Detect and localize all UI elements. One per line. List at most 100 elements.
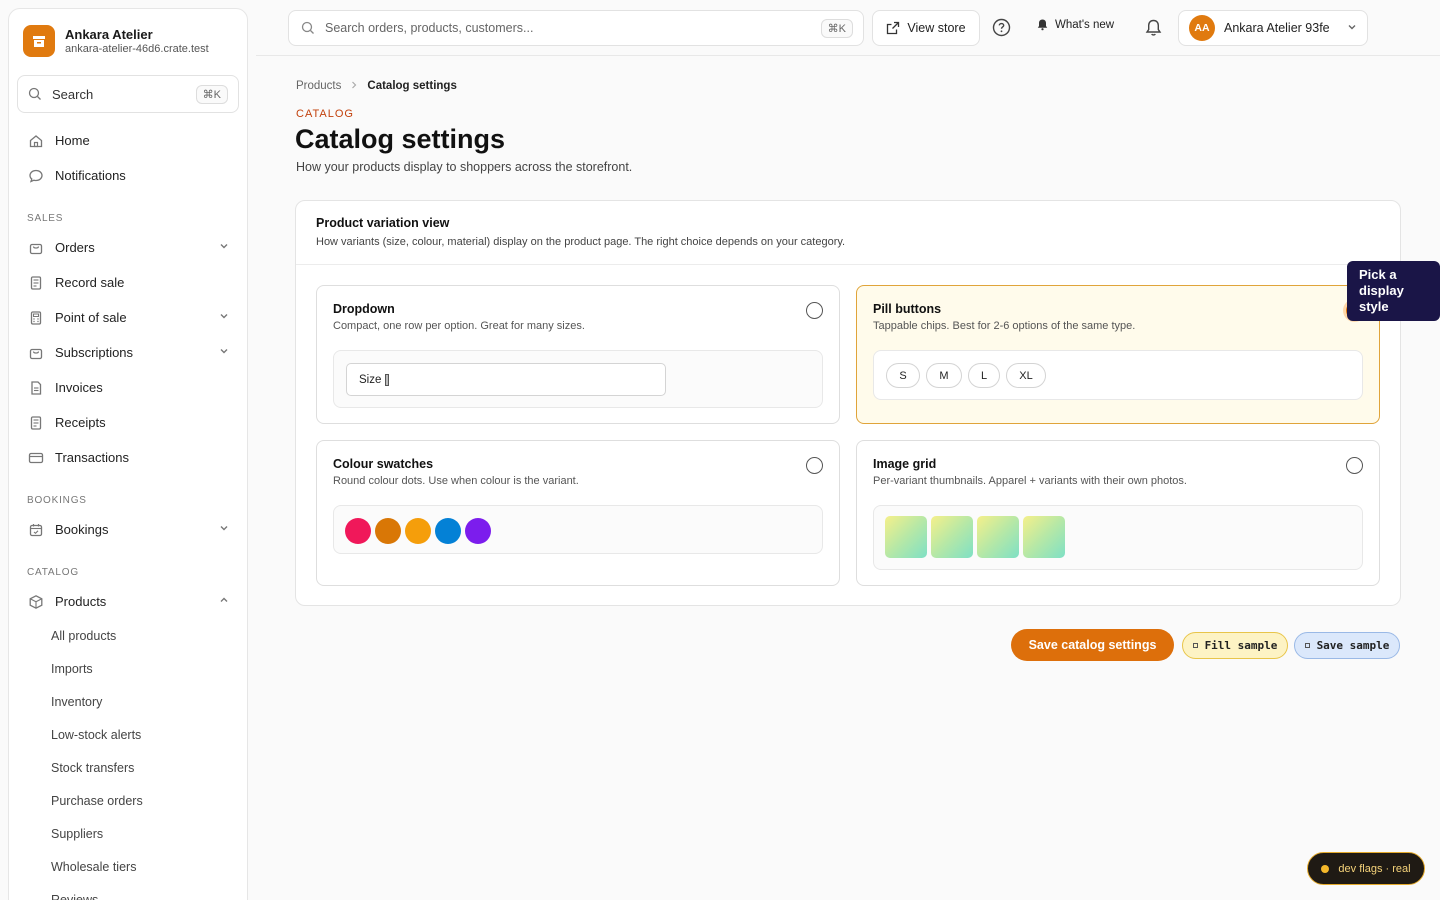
store-switcher[interactable]: Ankara Atelier ankara-atelier-46d6.crate… bbox=[9, 9, 247, 69]
sidebar-subitem-imports[interactable]: Imports bbox=[9, 652, 247, 685]
page-title: Catalog settings bbox=[295, 124, 506, 154]
chevron-down-icon bbox=[1347, 21, 1357, 35]
bag-icon bbox=[27, 239, 45, 257]
option-radio[interactable] bbox=[806, 302, 823, 319]
card-description: How variants (size, colour, material) di… bbox=[316, 236, 846, 248]
sidebar-item-orders[interactable]: Orders bbox=[9, 230, 247, 265]
option-title: Pill buttons bbox=[873, 302, 942, 316]
option-title: Colour swatches bbox=[333, 457, 434, 471]
view-store-button[interactable]: View store bbox=[872, 10, 980, 46]
sidebar-subitem-reviews[interactable]: Reviews bbox=[9, 883, 247, 900]
option-colour-swatches[interactable]: Colour swatches Round colour dots. Use w… bbox=[316, 440, 840, 586]
account-name: Ankara Atelier 93fe bbox=[1224, 21, 1330, 35]
whats-new-button[interactable]: What's new bbox=[1036, 18, 1114, 31]
sidebar-search[interactable]: Search ⌘K bbox=[17, 75, 239, 113]
swatch-preview bbox=[333, 505, 823, 554]
option-pill-buttons[interactable]: Pill buttons Tappable chips. Best for 2-… bbox=[856, 285, 1380, 424]
breadcrumb-products-link[interactable]: Products bbox=[296, 80, 341, 92]
sidebar-subitem-stock-transfers[interactable]: Stock transfers bbox=[9, 751, 247, 784]
size-select-preview: Size bbox=[346, 363, 666, 396]
sidebar-subitem-inventory[interactable]: Inventory bbox=[9, 685, 247, 718]
square-icon bbox=[1192, 643, 1198, 648]
store-logo-icon bbox=[23, 25, 55, 57]
sidebar-item-home[interactable]: Home bbox=[9, 123, 247, 158]
store-name: Ankara Atelier bbox=[65, 27, 153, 42]
chevron-up-icon[interactable] bbox=[219, 595, 229, 608]
calendar-icon bbox=[27, 521, 45, 539]
notifications-button[interactable] bbox=[1144, 18, 1163, 42]
option-dropdown[interactable]: Dropdown Compact, one row per option. Gr… bbox=[316, 285, 840, 424]
option-image-grid[interactable]: Image grid Per-variant thumbnails. Appar… bbox=[856, 440, 1380, 586]
variant-thumbnail bbox=[977, 516, 1019, 558]
sidebar-search-label: Search bbox=[52, 86, 94, 102]
sidebar-item-receipts[interactable]: Receipts bbox=[9, 405, 247, 440]
card-icon bbox=[27, 449, 45, 467]
sidebar-item-subscriptions[interactable]: Subscriptions bbox=[9, 335, 247, 370]
search-placeholder: Search orders, products, customers... bbox=[325, 21, 534, 35]
sidebar-item-label: Home bbox=[55, 133, 90, 148]
status-dot-icon bbox=[1321, 864, 1330, 873]
color-swatch bbox=[345, 518, 371, 544]
search-icon bbox=[28, 87, 41, 100]
sidebar-item-point-of-sale[interactable]: Point of sale bbox=[9, 300, 247, 335]
sidebar-item-label: Transactions bbox=[55, 450, 129, 465]
sidebar-subitem-suppliers[interactable]: Suppliers bbox=[9, 817, 247, 850]
calculator-icon bbox=[27, 309, 45, 327]
sidebar-subitem-wholesale-tiers[interactable]: Wholesale tiers bbox=[9, 850, 247, 883]
option-description: Round colour dots. Use when colour is th… bbox=[333, 475, 579, 487]
account-menu[interactable]: AA Ankara Atelier 93fe bbox=[1178, 10, 1368, 46]
chevron-down-icon[interactable] bbox=[219, 311, 229, 324]
sidebar-item-label: Point of sale bbox=[55, 310, 127, 325]
dropdown-preview: Size bbox=[333, 350, 823, 408]
option-description: Compact, one row per option. Great for m… bbox=[333, 320, 585, 332]
pill-xl: XL bbox=[1006, 363, 1046, 388]
fill-sample-button[interactable]: Fill sample bbox=[1182, 632, 1288, 659]
sidebar-item-label: Products bbox=[55, 594, 107, 609]
save-sample-button[interactable]: Save sample bbox=[1294, 632, 1400, 659]
search-icon bbox=[301, 21, 314, 34]
variant-thumbnail bbox=[1023, 516, 1065, 558]
option-radio[interactable] bbox=[1346, 457, 1363, 474]
sidebar-item-record-sale[interactable]: Record sale bbox=[9, 265, 247, 300]
pill-m: M bbox=[926, 363, 962, 388]
option-title: Dropdown bbox=[333, 302, 395, 316]
sidebar-item-products[interactable]: Products bbox=[9, 584, 247, 619]
sidebar-item-label: Receipts bbox=[55, 415, 106, 430]
color-swatch bbox=[405, 518, 431, 544]
sidebar-item-invoices[interactable]: Invoices bbox=[9, 370, 247, 405]
store-domain: ankara-atelier-46d6.crate.test bbox=[65, 43, 209, 55]
sidebar-item-label: Bookings bbox=[55, 522, 109, 537]
sidebar-item-label: Invoices bbox=[55, 380, 103, 395]
sidebar-item-bookings[interactable]: Bookings bbox=[9, 512, 247, 547]
global-search-input[interactable]: Search orders, products, customers... ⌘K bbox=[288, 10, 864, 46]
receipt-icon bbox=[27, 274, 45, 292]
chevron-down-icon[interactable] bbox=[219, 523, 229, 536]
pill-s: S bbox=[886, 363, 920, 388]
box-icon bbox=[27, 593, 45, 611]
dev-flags-badge[interactable]: dev flags · real bbox=[1307, 852, 1425, 885]
help-button[interactable] bbox=[992, 18, 1011, 42]
variant-thumbnail bbox=[885, 516, 927, 558]
sidebar-subitem-all-products[interactable]: All products bbox=[9, 619, 247, 652]
shortcut-badge: ⌘K bbox=[820, 18, 853, 38]
sidebar-subitem-purchase-orders[interactable]: Purchase orders bbox=[9, 784, 247, 817]
option-radio[interactable] bbox=[806, 457, 823, 474]
select-value: Size bbox=[359, 373, 382, 386]
chevron-right-icon bbox=[350, 81, 358, 92]
fill-sample-label: Fill sample bbox=[1204, 639, 1278, 652]
receipt-icon bbox=[27, 414, 45, 432]
image-grid-preview bbox=[873, 505, 1363, 570]
save-catalog-settings-button[interactable]: Save catalog settings bbox=[1011, 629, 1174, 661]
sidebar: Ankara Atelier ankara-atelier-46d6.crate… bbox=[8, 8, 248, 900]
chevron-down-icon[interactable] bbox=[219, 346, 229, 359]
square-icon bbox=[1304, 643, 1310, 648]
color-swatch bbox=[435, 518, 461, 544]
chevron-down-icon[interactable] bbox=[219, 241, 229, 254]
sidebar-item-transactions[interactable]: Transactions bbox=[9, 440, 247, 475]
variation-view-card: Product variation view How variants (siz… bbox=[295, 200, 1401, 606]
bag-icon bbox=[27, 344, 45, 362]
sidebar-item-notifications[interactable]: Notifications bbox=[9, 158, 247, 193]
sidebar-subitem-low-stock-alerts[interactable]: Low-stock alerts bbox=[9, 718, 247, 751]
help-circle-icon bbox=[992, 18, 1011, 37]
view-store-label: View store bbox=[907, 21, 966, 35]
